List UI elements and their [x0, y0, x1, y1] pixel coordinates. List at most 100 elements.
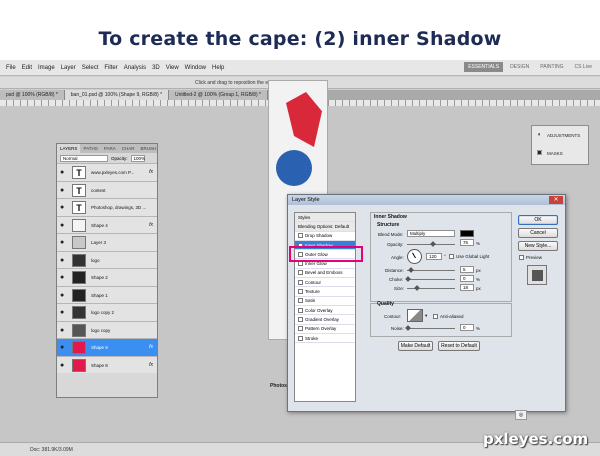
distance-slider[interactable] [407, 270, 455, 271]
layer-row[interactable]: ● Layer 3 [57, 233, 157, 251]
menu-window[interactable]: Window [185, 65, 206, 71]
style-checkbox[interactable] [298, 298, 303, 304]
menu-file[interactable]: File [6, 65, 16, 71]
navigator-icon[interactable]: ◎ [515, 410, 527, 420]
menu-layer[interactable]: Layer [61, 65, 76, 71]
style-checkbox[interactable] [298, 289, 303, 295]
style-item[interactable]: Pattern Overlay [295, 325, 355, 334]
workspace-essentials[interactable]: ESSENTIALS [464, 62, 504, 72]
masks-tab[interactable]: ▣ MASKS [532, 144, 588, 162]
size-field[interactable]: 18 [460, 284, 474, 291]
shadow-color-swatch[interactable] [460, 230, 474, 237]
layer-row[interactable]: ● Shape 4 fx [57, 215, 157, 233]
visibility-eye-icon[interactable]: ● [60, 327, 67, 334]
opacity-field[interactable]: 75 [460, 239, 474, 246]
choke-field[interactable]: 0 [460, 275, 474, 282]
style-checkbox[interactable] [298, 279, 303, 285]
menu-view[interactable]: View [166, 65, 179, 71]
style-checkbox[interactable] [298, 326, 303, 332]
contour-picker[interactable] [407, 309, 423, 322]
menu-filter[interactable]: Filter [104, 65, 117, 71]
visibility-eye-icon[interactable]: ● [60, 362, 67, 369]
make-default-button[interactable]: Make Default [398, 341, 433, 351]
tab-document-3[interactable]: Untitled-2 @ 100% (Group 1, RGB/8) * [169, 90, 268, 100]
close-icon[interactable]: ✕ [549, 196, 563, 204]
chevron-down-icon[interactable]: ▾ [425, 313, 427, 319]
style-item[interactable]: Stroke [295, 334, 355, 344]
tab-char[interactable]: CHAR [119, 144, 138, 153]
distance-field[interactable]: 5 [460, 266, 474, 273]
style-item[interactable]: Satin [295, 297, 355, 306]
visibility-eye-icon[interactable]: ● [60, 309, 67, 316]
layer-effects-icon[interactable]: fx [149, 362, 153, 368]
style-checkbox[interactable] [298, 316, 303, 322]
style-item[interactable]: Styles [295, 213, 355, 223]
preview-label: Preview [526, 255, 543, 260]
layer-row[interactable]: ● logo copy 2 [57, 303, 157, 321]
visibility-eye-icon[interactable]: ● [60, 292, 67, 299]
layer-effects-icon[interactable]: fx [149, 344, 153, 350]
opacity-field[interactable]: 100% [130, 154, 145, 162]
style-item[interactable]: Texture [295, 287, 355, 297]
ok-button[interactable]: OK [518, 215, 558, 225]
angle-dial[interactable] [407, 249, 422, 264]
tab-document-1[interactable]: psd @ 100% (RGB/8) * [0, 90, 65, 100]
cancel-button[interactable]: Cancel [518, 228, 558, 238]
visibility-eye-icon[interactable]: ● [60, 222, 67, 229]
preview-checkbox[interactable] [519, 255, 524, 260]
visibility-eye-icon[interactable]: ● [60, 169, 67, 176]
tab-layers[interactable]: LAYERS [57, 144, 81, 153]
tab-brush[interactable]: BRUSH [137, 144, 159, 153]
menu-3d[interactable]: 3D [152, 65, 160, 71]
reset-default-button[interactable]: Reset to Default [438, 341, 480, 351]
layer-row[interactable]: ● logo [57, 250, 157, 268]
menu-select[interactable]: Select [82, 65, 99, 71]
menu-help[interactable]: Help [212, 65, 224, 71]
visibility-eye-icon[interactable]: ● [60, 274, 67, 281]
visibility-eye-icon[interactable]: ● [60, 204, 67, 211]
style-item[interactable]: Contour [295, 278, 355, 288]
angle-field[interactable]: 120 [426, 253, 442, 260]
style-checkbox[interactable] [298, 307, 303, 313]
style-item[interactable]: Color Overlay [295, 306, 355, 316]
style-checkbox[interactable] [298, 270, 303, 276]
global-light-checkbox[interactable] [449, 254, 454, 259]
menu-image[interactable]: Image [38, 65, 55, 71]
visibility-eye-icon[interactable]: ● [60, 187, 67, 194]
visibility-eye-icon[interactable]: ● [60, 257, 67, 264]
adjustments-tab[interactable]: ◐ ADJUSTMENTS [532, 126, 588, 144]
anti-aliased-checkbox[interactable] [433, 314, 438, 319]
tab-document-2[interactable]: ban_01.psd @ 100% (Shape 9, RGB/8) * [64, 90, 170, 100]
noise-field[interactable]: 0 [460, 324, 474, 331]
layer-row[interactable]: ● Tcontest [57, 180, 157, 198]
layer-row[interactable]: ● Shape 9 fx [57, 338, 157, 356]
layer-row[interactable]: ● Twww.pxleyes.com P... fx [57, 163, 157, 181]
layer-row[interactable]: ● Shape 2 [57, 268, 157, 286]
visibility-eye-icon[interactable]: ● [60, 344, 67, 351]
blend-mode-dropdown[interactable]: Multiply [407, 230, 455, 237]
style-item[interactable]: Drop Shadow [295, 232, 355, 241]
workspace-design[interactable]: DESIGN [506, 62, 533, 72]
workspace-painting[interactable]: PAINTING [536, 62, 567, 72]
tab-para[interactable]: PARA [101, 144, 119, 153]
new-style-button[interactable]: New Style... [518, 241, 558, 251]
layer-row[interactable]: ● Shape 1 [57, 285, 157, 303]
layer-row[interactable]: ● logo copy [57, 320, 157, 338]
noise-slider[interactable] [407, 328, 455, 329]
cs-live-button[interactable]: CS Live [570, 62, 596, 72]
style-checkbox[interactable] [298, 233, 303, 239]
visibility-eye-icon[interactable]: ● [60, 239, 67, 246]
layer-row[interactable]: ● Shape 8 fx [57, 355, 157, 373]
menu-edit[interactable]: Edit [22, 65, 32, 71]
menu-analysis[interactable]: Analysis [124, 65, 146, 71]
style-item[interactable]: Blending Options: Default [295, 222, 355, 232]
tab-paths[interactable]: PATHS [80, 144, 100, 153]
style-item[interactable]: Bevel and Emboss [295, 269, 355, 279]
layer-effects-icon[interactable]: fx [149, 169, 153, 175]
choke-slider[interactable] [407, 279, 455, 280]
layer-row[interactable]: ● T Photoshop, drawings, 3D ... [57, 198, 157, 216]
layer-effects-icon[interactable]: fx [149, 222, 153, 228]
blend-mode-select[interactable]: Normal [60, 154, 108, 162]
style-checkbox[interactable] [298, 335, 303, 341]
style-item[interactable]: Gradient Overlay [295, 315, 355, 325]
